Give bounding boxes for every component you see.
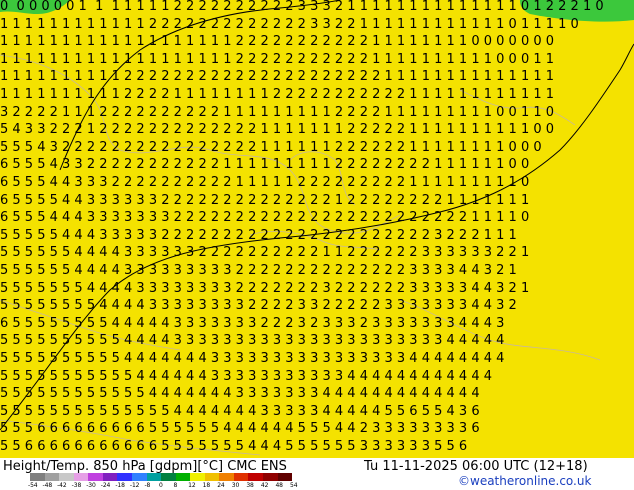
colorbar-swatch <box>73 473 89 481</box>
colorbar-swatch <box>190 473 205 481</box>
colorbar-tick-label: 30 <box>231 482 240 489</box>
grid-row: 5 5 6 6 6 6 6 6 6 6 6 6 6 5 5 5 5 5 5 5 … <box>0 439 468 454</box>
colorbar-swatch <box>44 473 60 481</box>
colorbar-swatch <box>161 473 176 481</box>
colorbar-swatch <box>175 473 191 481</box>
map-datetime: Tu 11-11-2025 06:00 UTC (12+18) <box>364 459 588 474</box>
colorbar-tick-label: 38 <box>246 482 254 489</box>
colorbar-swatch <box>263 473 278 481</box>
colorbar-tick-label: -12 <box>129 482 140 489</box>
colorbar-swatch <box>146 473 162 481</box>
colorbar-swatch <box>233 473 249 481</box>
map-title: Height/Temp. 850 hPa [gdpm][°C] CMC ENS <box>3 459 287 474</box>
colorbar-tick-label: -8 <box>144 482 151 489</box>
colorbar-tick-label: -30 <box>86 482 96 489</box>
colorbar-tick-label: -54 <box>28 482 38 489</box>
colorbar-tick-label: -24 <box>100 482 111 489</box>
colorbar-swatch <box>204 473 220 481</box>
map-footer: Height/Temp. 850 hPa [gdpm][°C] CMC ENS … <box>0 458 634 490</box>
colorbar-swatch <box>248 473 263 481</box>
colorbar-swatch <box>102 473 118 481</box>
colorbar-tick-label: 12 <box>188 482 196 489</box>
colorbar-tick-label: 42 <box>260 482 269 489</box>
colorbar-tick-label: 54 <box>290 482 298 489</box>
colorbar-swatch <box>277 473 293 481</box>
colorbar-tick-label: -42 <box>57 482 67 489</box>
colorbar-tick-label: 48 <box>275 482 283 489</box>
colorbar-tick-label: 24 <box>217 482 225 489</box>
colorbar-tick-label: 18 <box>202 482 211 489</box>
colorbar-tick-label: -48 <box>42 482 53 489</box>
weather-map: 0 0 0 0 0 0 1 1 1 1 1 1 1 2 2 2 2 2 2 2 … <box>0 0 634 458</box>
colorbar-swatch <box>59 473 74 481</box>
colorbar-swatch <box>30 473 45 481</box>
credit-link[interactable]: ©weatheronline.co.uk <box>458 474 591 488</box>
colorbar <box>30 473 293 481</box>
colorbar-swatch <box>117 473 132 481</box>
colorbar-swatch <box>88 473 103 481</box>
colorbar-tick-label: -18 <box>115 482 125 489</box>
colorbar-tick-label: -38 <box>71 482 82 489</box>
colorbar-swatch <box>219 473 234 481</box>
colorbar-tick-label: 0 <box>159 482 163 489</box>
colorbar-swatch <box>131 473 147 481</box>
colorbar-tick-label: 8 <box>173 482 178 489</box>
